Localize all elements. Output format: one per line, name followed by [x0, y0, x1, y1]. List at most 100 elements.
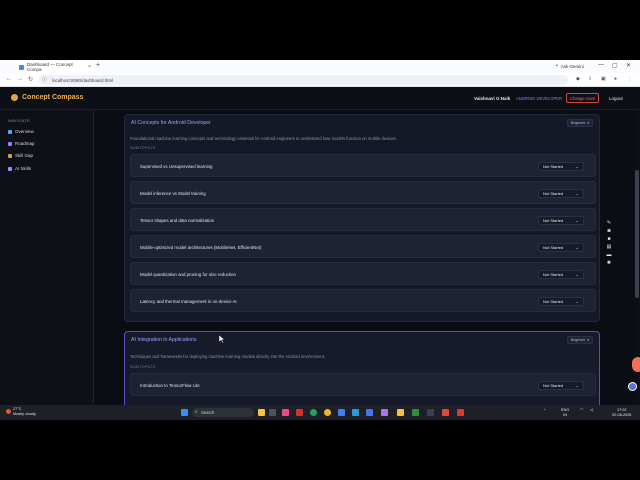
subtopic-row: Tensor shapes and data normalization Not…: [130, 208, 596, 231]
sidebar-item-overview[interactable]: Overview: [8, 129, 34, 134]
subtopic-label: Model quantization and pruning for size …: [140, 272, 236, 277]
url-field[interactable]: ⓘ localhost:8080/dashboard.html: [38, 75, 568, 85]
url-text: localhost:8080/dashboard.html: [52, 77, 114, 83]
app-icon[interactable]: [381, 409, 388, 416]
profile-icon[interactable]: ●: [614, 76, 617, 82]
role-badge: ANDROID DEVELOPER: [516, 96, 563, 101]
roadmap-icon: [8, 141, 12, 146]
logout-button[interactable]: Logout: [609, 96, 623, 101]
chevron-down-icon: ⌄: [575, 164, 579, 169]
minimize-icon[interactable]: —: [598, 62, 604, 68]
status-select[interactable]: Not Started ⌄: [538, 297, 584, 306]
browser-tab[interactable]: Dashboard — Concept Compa ×: [16, 61, 94, 73]
app-icon[interactable]: [427, 409, 434, 416]
skill-gap-icon: [8, 153, 12, 158]
tab-favicon-icon: [19, 64, 24, 70]
address-bar: ← → ↻ ⓘ localhost:8080/dashboard.html ◆ …: [0, 73, 640, 87]
status-value: Not Started: [543, 299, 564, 304]
extension-icon[interactable]: ◆: [576, 76, 580, 82]
app-icon[interactable]: [282, 409, 289, 416]
sidebar-item-label: Roadmap: [15, 141, 35, 146]
level-select[interactable]: Beginner ▾: [566, 119, 593, 127]
chevron-down-icon: ⌄: [575, 383, 579, 388]
main-content: AI Concepts for Android Developer Beginn…: [95, 110, 633, 405]
volume-icon[interactable]: ◁: [590, 408, 593, 413]
status-select[interactable]: Not Started ⌄: [538, 216, 584, 225]
change-goal-button[interactable]: Change Goal: [566, 93, 599, 103]
brand[interactable]: Concept Compass: [11, 94, 83, 101]
app-icon[interactable]: [258, 409, 265, 416]
language-indicator[interactable]: ENG IN: [561, 408, 569, 417]
sidebar-item-label: Skill Gap: [15, 153, 34, 158]
reload-icon[interactable]: ↻: [28, 76, 33, 83]
weather-widget[interactable]: 27°C Mostly cloudy: [6, 407, 36, 417]
sidebar-item-skill-gap[interactable]: Skill Gap: [8, 153, 33, 158]
subtopic-row: Mobile-optimized model architectures (Mo…: [130, 235, 596, 258]
taskbar-search[interactable]: ⌕ Search: [192, 408, 254, 417]
status-select[interactable]: Not Started ⌄: [538, 243, 584, 252]
tray-overflow-icon[interactable]: ^: [544, 408, 546, 413]
status-value: Not Started: [543, 164, 564, 169]
status-value: Not Started: [543, 191, 564, 196]
new-tab-button[interactable]: +: [96, 62, 100, 69]
status-select[interactable]: Not Started ⌄: [538, 189, 584, 198]
weather-condition: Mostly cloudy: [13, 412, 37, 416]
sidebar-item-ai-skills[interactable]: AI Skills: [8, 166, 31, 171]
app-icon[interactable]: [457, 409, 464, 416]
forward-icon[interactable]: →: [17, 76, 23, 82]
site-info-icon[interactable]: ⓘ: [42, 77, 47, 83]
window-close-icon[interactable]: ✕: [626, 62, 631, 69]
app-icon[interactable]: [412, 409, 419, 416]
clock-date: 20-08-2026: [612, 412, 632, 417]
floating-assistant-button[interactable]: [632, 357, 640, 372]
app-icon[interactable]: [296, 409, 303, 416]
app-icon[interactable]: [338, 409, 345, 416]
subtopic-row: Model inference vs Model training Not St…: [130, 181, 596, 204]
scrollbar-thumb[interactable]: [635, 170, 639, 298]
back-icon[interactable]: ←: [6, 76, 12, 82]
search-icon: ⌕: [195, 409, 198, 414]
topic-card: AI Concepts for Android Developer Beginn…: [124, 114, 600, 322]
folder-icon[interactable]: ▬: [606, 252, 612, 258]
sidebar-item-roadmap[interactable]: Roadmap: [8, 141, 35, 146]
level-select[interactable]: Beginner ▾: [566, 336, 593, 344]
subtopic-label: Latency and thermal management in on-dev…: [140, 299, 237, 304]
chevron-down-icon: ⌄: [575, 299, 579, 304]
chevron-down-icon: ⌄: [575, 272, 579, 277]
maximize-icon[interactable]: ▢: [612, 62, 618, 69]
video-icon[interactable]: ■: [606, 236, 612, 242]
edge-icon[interactable]: [310, 409, 317, 416]
floating-chat-icon[interactable]: [628, 382, 637, 391]
ask-gemini-button[interactable]: ✦ Ask Gemini: [555, 63, 584, 69]
status-select[interactable]: Not Started ⌄: [538, 381, 584, 390]
screenshot-icon[interactable]: ▤: [606, 244, 612, 250]
download-icon[interactable]: ⇩: [588, 76, 592, 82]
camera-icon[interactable]: ◙: [606, 228, 612, 234]
floating-toolbar: ✎ ◙ ■ ▤ ▬ ✺: [606, 220, 616, 266]
level-value: Beginner: [570, 338, 586, 342]
status-select[interactable]: Not Started ⌄: [538, 270, 584, 279]
app-icon[interactable]: [352, 409, 359, 416]
tab-close-icon[interactable]: ×: [88, 64, 91, 70]
sidepanel-icon[interactable]: ▣: [601, 76, 606, 82]
file-explorer-icon[interactable]: [397, 409, 404, 416]
chrome-icon[interactable]: [324, 409, 331, 416]
chevron-down-icon: ▾: [587, 121, 589, 125]
task-view-icon[interactable]: [269, 409, 276, 416]
status-select[interactable]: Not Started ⌄: [538, 162, 584, 171]
chevron-down-icon: ⌄: [575, 191, 579, 196]
pen-icon[interactable]: ✎: [606, 220, 612, 226]
settings-icon[interactable]: ✺: [606, 260, 612, 266]
app-icon[interactable]: [366, 409, 373, 416]
subtopic-label: Mobile-optimized model architectures (Mo…: [140, 245, 262, 250]
subtopic-row: Model quantization and pruning for size …: [130, 262, 596, 285]
start-icon[interactable]: [181, 409, 188, 416]
brand-name: Concept Compass: [22, 94, 84, 101]
ask-gemini-label: Ask Gemini: [560, 63, 584, 69]
app-icon[interactable]: [442, 409, 449, 416]
subtopic-label: Tensor shapes and data normalization: [140, 218, 215, 223]
menu-icon[interactable]: ⋮: [627, 76, 632, 82]
wifi-icon[interactable]: ◠: [580, 408, 583, 413]
card-title: AI Integration in Applications: [131, 337, 197, 343]
clock[interactable]: 17:02 20-08-2026: [612, 408, 631, 417]
